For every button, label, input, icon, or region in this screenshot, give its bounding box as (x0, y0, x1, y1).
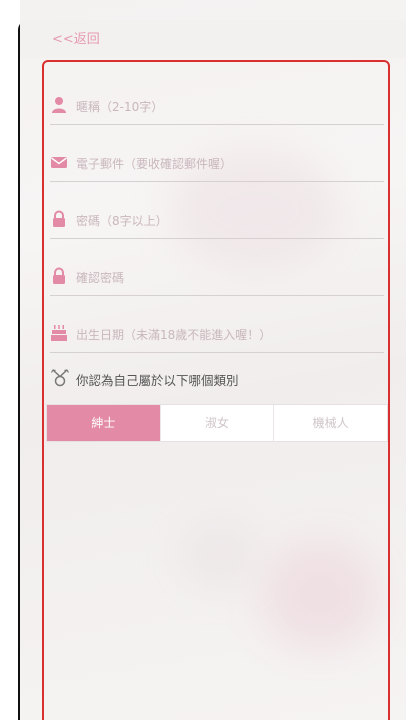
password-placeholder: 密碼（8字以上） (76, 214, 168, 228)
gender-option-lady[interactable]: 淑女 (159, 405, 274, 441)
mail-icon (51, 157, 67, 168)
nickname-placeholder: 暱稱（2-10字） (76, 100, 164, 114)
gender-option-gentleman[interactable]: 紳士 (47, 405, 160, 441)
password-field[interactable]: 密碼（8字以上） (50, 202, 384, 239)
cake-icon (51, 325, 67, 341)
email-placeholder: 電子郵件（要收確認郵件喔） (76, 157, 233, 171)
nickname-field[interactable]: 暱稱（2-10字） (50, 88, 384, 125)
gender-icon (50, 369, 70, 387)
birthday-field[interactable]: 出生日期（未滿18歲不能進入喔！） (50, 316, 384, 353)
gender-question-label: 你認為自己屬於以下哪個類別 (76, 373, 239, 388)
lock-icon (53, 210, 65, 227)
gender-segmented-control: 紳士 淑女 機械人 (46, 404, 388, 442)
confirm-password-placeholder: 確認密碼 (76, 271, 125, 285)
page: <<返回 暱稱（2-10字） 電子郵件（要收確認郵件喔） 密碼（8字以上） 確認… (0, 0, 418, 720)
email-field[interactable]: 電子郵件（要收確認郵件喔） (50, 145, 384, 182)
user-icon (52, 97, 66, 113)
lock-icon (53, 267, 65, 284)
gender-question: 你認為自己屬於以下哪個類別 (48, 366, 382, 390)
back-button[interactable]: <<返回 (52, 28, 100, 47)
app-screen: <<返回 暱稱（2-10字） 電子郵件（要收確認郵件喔） 密碼（8字以上） 確認… (20, 0, 406, 720)
gender-option-robot[interactable]: 機械人 (273, 405, 387, 441)
confirm-password-field[interactable]: 確認密碼 (50, 259, 384, 296)
birthday-placeholder: 出生日期（未滿18歲不能進入喔！） (76, 328, 272, 342)
